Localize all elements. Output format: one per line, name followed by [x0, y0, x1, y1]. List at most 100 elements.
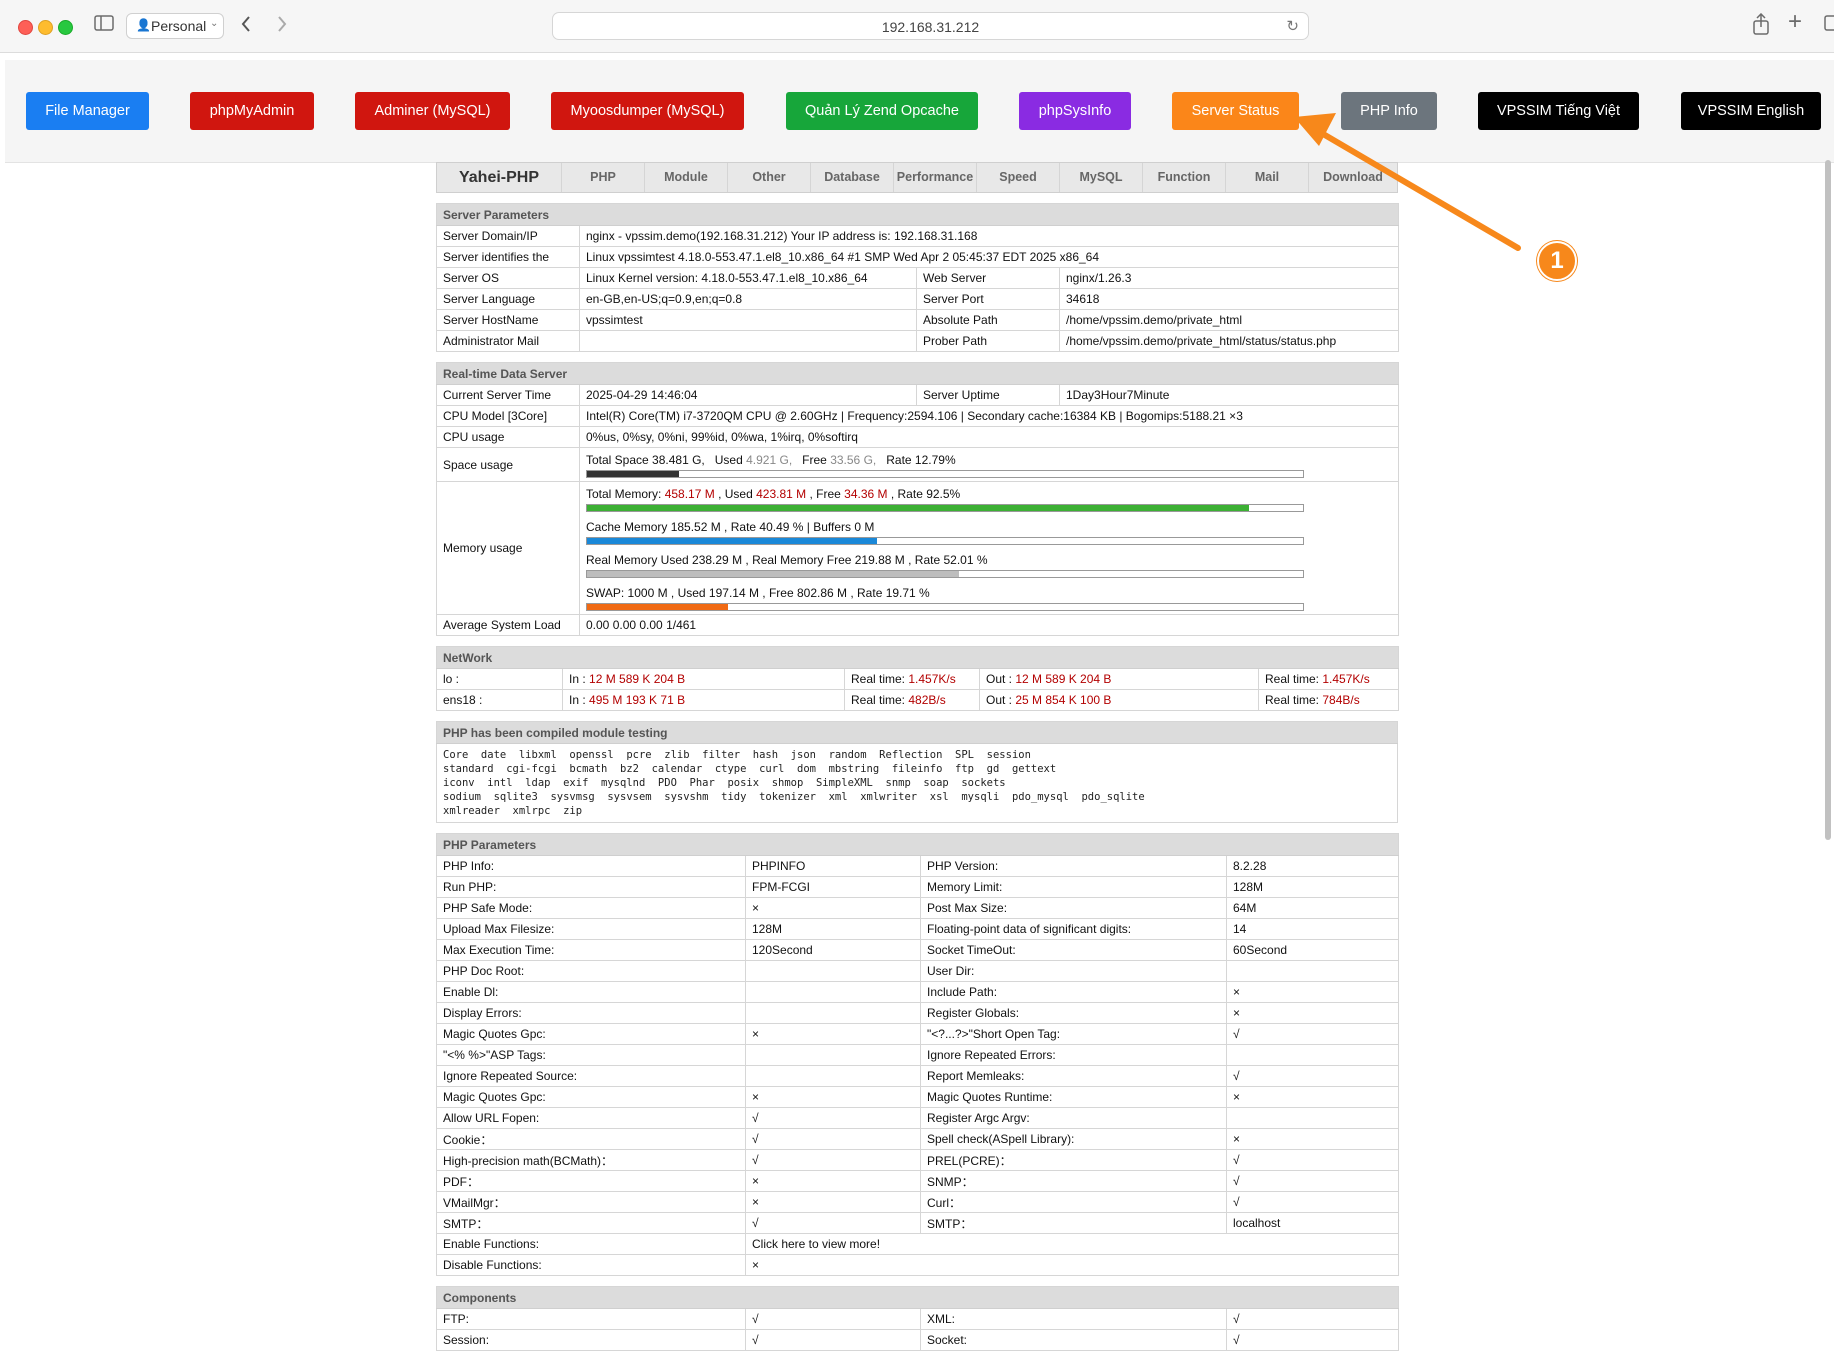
param-value: [745, 960, 921, 982]
php-info-button[interactable]: PHP Info: [1341, 92, 1437, 130]
cell-value: Intel(R) Core(TM) i7-3720QM CPU @ 2.60GH…: [579, 405, 1399, 427]
tab-mail[interactable]: Mail: [1225, 163, 1308, 192]
realtime-in: Real time: 482B/s: [844, 689, 980, 711]
realtime-in: Real time: 1.457K/s: [844, 668, 980, 690]
address-bar[interactable]: 192.168.31.212 ↻: [552, 12, 1309, 40]
param-label: Enable Functions:: [436, 1233, 746, 1255]
cell-label: Web Server: [916, 267, 1060, 289]
tab-download[interactable]: Download: [1308, 163, 1397, 192]
zoom-window-button[interactable]: [58, 20, 73, 35]
tab-module[interactable]: Module: [644, 163, 727, 192]
iface-name: lo :: [436, 668, 563, 690]
param-label: High-precision math(BCMath)：: [436, 1149, 746, 1171]
param-label: Upload Max Filesize:: [436, 918, 746, 940]
back-arrow-icon[interactable]: [240, 14, 252, 38]
phpmyadmin-button[interactable]: phpMyAdmin: [190, 92, 314, 130]
myoosdumper-button[interactable]: Myoosdumper (MySQL): [551, 92, 744, 130]
table-row: Average System Load 0.00 0.00 0.00 1/461: [436, 614, 1399, 636]
sidebar-toggle-icon[interactable]: [94, 15, 114, 35]
file-manager-button[interactable]: File Manager: [26, 92, 149, 130]
real-memory-bar: [586, 570, 1304, 578]
tab-php[interactable]: PHP: [561, 163, 644, 192]
param-value: √: [1225, 1170, 1400, 1192]
cache-memory-bar: [586, 537, 1304, 545]
server-status-button[interactable]: Server Status: [1172, 92, 1299, 130]
forward-arrow-icon[interactable]: [276, 14, 288, 38]
cell-label: Server HostName: [436, 309, 580, 331]
reload-icon[interactable]: ↻: [1286, 17, 1299, 35]
param-value[interactable]: PHPINFO: [745, 855, 921, 877]
tab-performance[interactable]: Performance: [893, 163, 976, 192]
table-row: Server Domain/IP nginx - vpssim.demo(192…: [436, 225, 1400, 247]
tab-other[interactable]: Other: [727, 163, 810, 192]
param-value: 64M: [1225, 897, 1400, 919]
table-row: Disable Functions: ×: [436, 1254, 1400, 1276]
memory-usage-cell: Total Memory: 458.17 M , Used 423.81 M ,…: [579, 481, 1399, 615]
profile-label: Personal: [151, 18, 207, 34]
table-row: Cookie： √ Spell check(ASpell Library): ×: [436, 1128, 1400, 1150]
tab-yahei-php[interactable]: Yahei-PHP: [437, 163, 561, 192]
param-label: Max Execution Time:: [436, 939, 746, 961]
close-window-button[interactable]: [18, 20, 33, 35]
table-row: Enable Functions: Click here to view more…: [436, 1233, 1400, 1255]
param-value: ×: [745, 1191, 921, 1213]
param-value: ×: [1225, 1002, 1400, 1024]
param-value[interactable]: Click here to view more!: [744, 1233, 1400, 1255]
page-scrollbar[interactable]: [1825, 160, 1831, 840]
vpssim-vietnamese-button[interactable]: VPSSIM Tiếng Việt: [1478, 92, 1639, 130]
param-label: Magic Quotes Gpc:: [436, 1023, 746, 1045]
table-row: Display Errors: Register Globals: ×: [436, 1002, 1400, 1024]
traffic-in: In : 12 M 589 K 204 B: [562, 668, 845, 690]
real-memory-fill: [587, 571, 960, 577]
cell-label: Server Domain/IP: [436, 225, 580, 247]
param-label: Cookie：: [436, 1128, 746, 1150]
adminer-button[interactable]: Adminer (MySQL): [355, 92, 510, 130]
cell-label: Server Port: [916, 288, 1060, 310]
cell-label: Server OS: [436, 267, 580, 289]
param-label: "<% %>"ASP Tags:: [436, 1044, 746, 1066]
tab-mysql[interactable]: MySQL: [1059, 163, 1142, 192]
param-value: ×: [1225, 1086, 1400, 1108]
vpssim-english-button[interactable]: VPSSIM English: [1681, 92, 1821, 130]
table-row: Run PHP: FPM-FCGI Memory Limit: 128M: [436, 876, 1400, 898]
cell-label: CPU Model [3Core]: [436, 405, 580, 427]
cell-value: nginx/1.26.3: [1058, 267, 1400, 289]
param-value: ×: [744, 1254, 1400, 1276]
phpsysinfo-button[interactable]: phpSysInfo: [1019, 92, 1131, 130]
tab-overview-icon[interactable]: [1824, 15, 1834, 37]
annotation-number-badge: 1: [1537, 241, 1577, 281]
profile-selector[interactable]: 👤 Personal ⌄: [126, 13, 224, 39]
minimize-window-button[interactable]: [38, 20, 53, 35]
new-tab-plus-icon[interactable]: +: [1788, 10, 1802, 34]
share-icon[interactable]: [1752, 12, 1770, 39]
table-row: Space usage Total Space 38.481 G, Used 4…: [436, 447, 1399, 482]
table-row: PHP Info: PHPINFO PHP Version: 8.2.28: [436, 855, 1400, 877]
tab-database[interactable]: Database: [810, 163, 893, 192]
cell-label: Absolute Path: [916, 309, 1060, 331]
table-row: SMTP： √ SMTP： localhost: [436, 1212, 1400, 1234]
param-value: √: [745, 1128, 921, 1150]
total-memory-text: Total Memory: 458.17 M , Used 423.81 M ,…: [586, 487, 961, 501]
cell-value: 0%us, 0%sy, 0%ni, 99%id, 0%wa, 1%irq, 0%…: [579, 426, 1399, 448]
param-label: Magic Quotes Runtime:: [920, 1086, 1227, 1108]
param-label: PHP Doc Root:: [436, 960, 746, 982]
param-label: Floating-point data of significant digit…: [920, 918, 1227, 940]
cell-value: /home/vpssim.demo/private_html: [1058, 309, 1400, 331]
tab-function[interactable]: Function: [1142, 163, 1225, 192]
cell-value: vpssimtest: [579, 309, 917, 331]
tab-speed[interactable]: Speed: [976, 163, 1059, 192]
module-list: Core date libxml openssl pcre zlib filte…: [443, 749, 1145, 817]
table-row: CPU usage 0%us, 0%sy, 0%ni, 99%id, 0%wa,…: [436, 426, 1399, 448]
table-row: PHP Doc Root: User Dir:: [436, 960, 1400, 982]
cell-label: Server Language: [436, 288, 580, 310]
param-value: 14: [1225, 918, 1400, 940]
url-text: 192.168.31.212: [881, 19, 980, 35]
zend-opcache-button[interactable]: Quản Lý Zend Opcache: [786, 92, 978, 130]
cell-value: 0.00 0.00 0.00 1/461: [579, 614, 1399, 636]
param-value: √: [1225, 1308, 1400, 1330]
param-value: ×: [1225, 981, 1400, 1003]
person-icon: 👤: [136, 18, 151, 32]
cache-memory-text: Cache Memory 185.52 M , Rate 40.49 % | B…: [586, 520, 875, 534]
param-label: PREL(PCRE)：: [920, 1149, 1227, 1171]
param-value: [1225, 1107, 1400, 1129]
